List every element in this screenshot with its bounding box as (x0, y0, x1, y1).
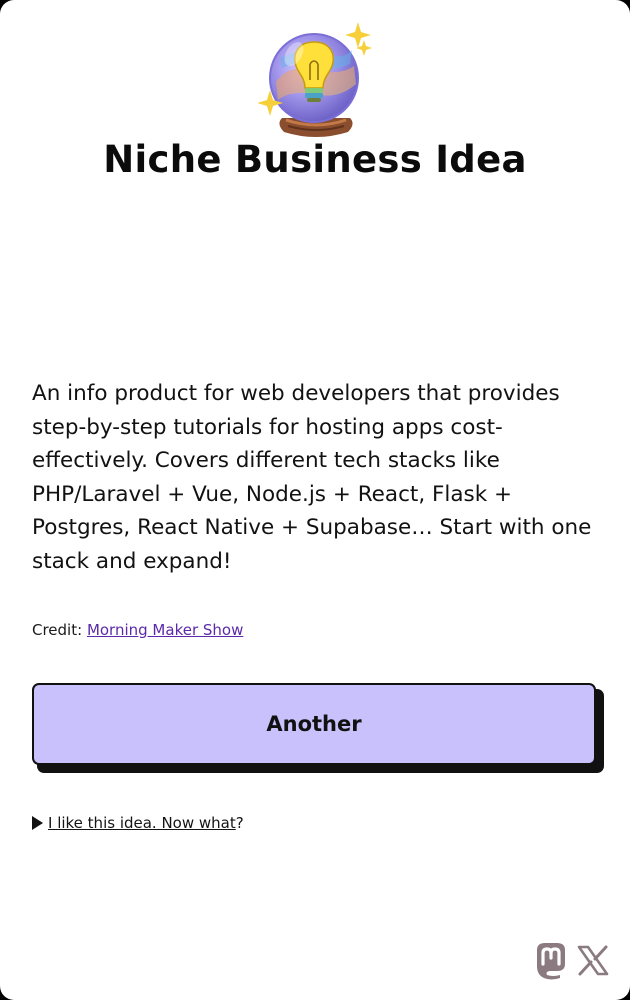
another-button[interactable]: Another (32, 683, 596, 765)
crystal-ball-lightbulb-icon (258, 22, 372, 137)
disclosure-summary-suffix: ? (235, 814, 244, 832)
credit-label: Credit: (32, 621, 87, 639)
disclosure-triangle-icon[interactable] (32, 816, 43, 830)
mastodon-icon[interactable] (533, 940, 569, 980)
credit-line: Credit: Morning Maker Show (32, 620, 243, 640)
credit-link[interactable]: Morning Maker Show (87, 621, 243, 639)
idea-description: An info product for web developers that … (32, 381, 592, 574)
disclosure-summary-link[interactable]: I like this idea. Now what (48, 812, 236, 834)
x-icon[interactable] (576, 940, 610, 980)
next-steps-disclosure[interactable]: I like this idea. Now what? (32, 812, 244, 834)
page-title: Niche Business Idea (103, 138, 527, 181)
app-card: Niche Business Idea An info product for … (0, 0, 630, 1000)
